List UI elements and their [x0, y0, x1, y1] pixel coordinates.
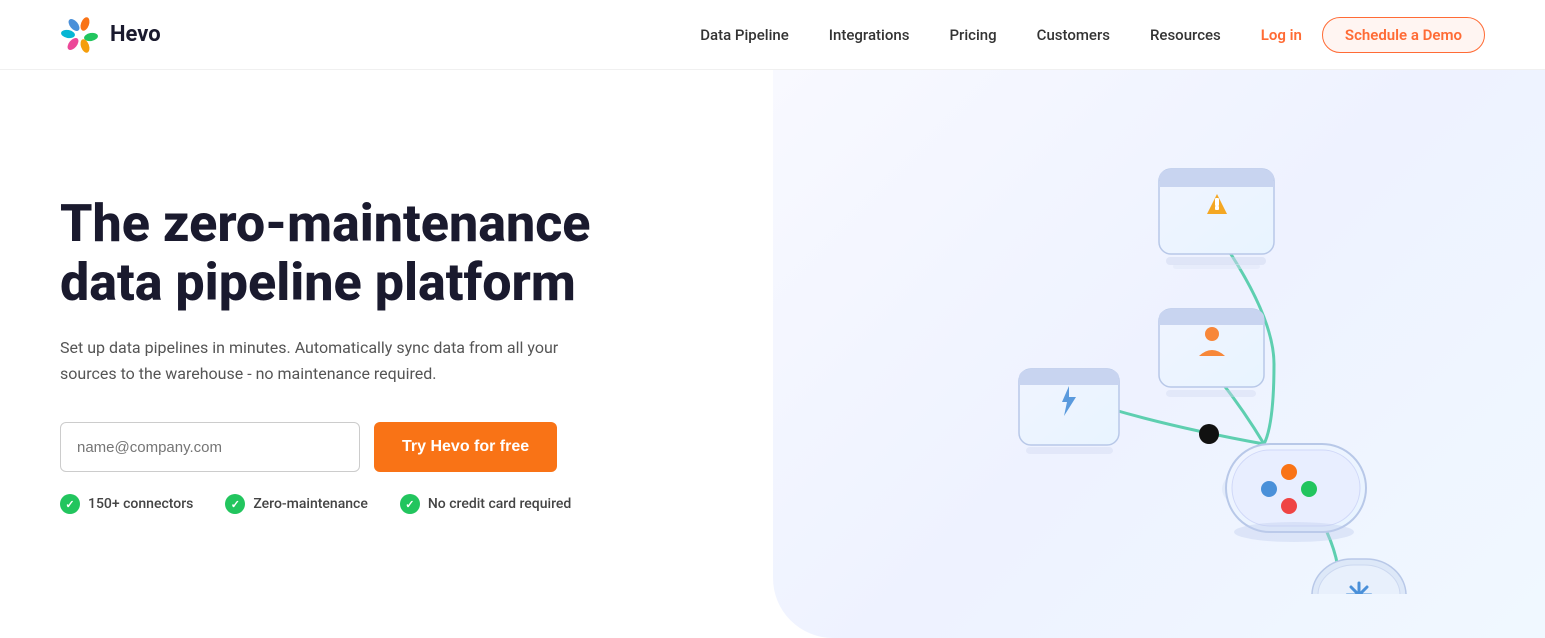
- logo-text: Hevo: [110, 22, 161, 47]
- hero-left: The zero-maintenance data pipeline platf…: [60, 194, 844, 515]
- hero-subtitle: Set up data pipelines in minutes. Automa…: [60, 335, 580, 386]
- badge-no-credit-card: No credit card required: [400, 494, 571, 514]
- email-input[interactable]: [60, 422, 360, 472]
- check-icon-no-credit-card: [400, 494, 420, 514]
- nav-resources[interactable]: Resources: [1150, 26, 1221, 44]
- nav-customers[interactable]: Customers: [1037, 26, 1110, 44]
- pipeline-illustration: [904, 114, 1424, 594]
- try-hevo-button[interactable]: Try Hevo for free: [374, 422, 557, 472]
- login-link[interactable]: Log in: [1261, 26, 1302, 44]
- check-icon-connectors: [60, 494, 80, 514]
- hero-right: [844, 90, 1485, 618]
- logo-icon: [60, 15, 100, 55]
- logo[interactable]: Hevo: [60, 15, 161, 55]
- check-icon-zero-maintenance: [225, 494, 245, 514]
- hero-section: The zero-maintenance data pipeline platf…: [0, 70, 1545, 638]
- nav-links: Data Pipeline Integrations Pricing Custo…: [700, 26, 1221, 44]
- connector-lines: [904, 114, 1424, 594]
- badge-connectors: 150+ connectors: [60, 494, 193, 514]
- nav-integrations[interactable]: Integrations: [829, 26, 910, 44]
- schedule-demo-button[interactable]: Schedule a Demo: [1322, 17, 1485, 53]
- black-dot: [1199, 424, 1219, 444]
- nav-data-pipeline[interactable]: Data Pipeline: [700, 26, 789, 44]
- hero-title: The zero-maintenance data pipeline platf…: [60, 194, 804, 314]
- nav-pricing[interactable]: Pricing: [949, 26, 996, 44]
- badge-zero-maintenance: Zero-maintenance: [225, 494, 367, 514]
- navbar: Hevo Data Pipeline Integrations Pricing …: [0, 0, 1545, 70]
- hero-input-row: Try Hevo for free: [60, 422, 804, 472]
- hero-badges: 150+ connectors Zero-maintenance No cred…: [60, 494, 804, 514]
